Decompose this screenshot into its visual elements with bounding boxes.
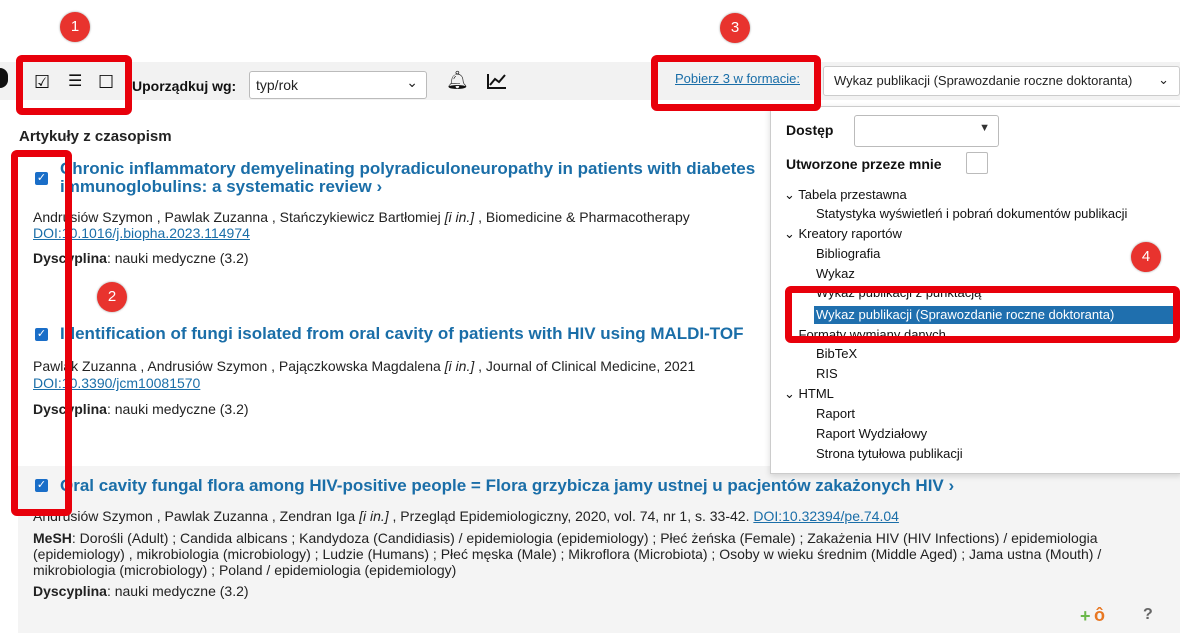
format-select[interactable]: Wykaz publikacji (Sprawozdanie roczne do… — [823, 66, 1180, 96]
caret-down-icon: ▼ — [979, 122, 990, 134]
mesh-terms: MeSH: Dorośli (Adult) ; Candida albicans… — [33, 530, 1153, 578]
access-select[interactable]: ▼ — [854, 115, 999, 147]
article-authors: Andrusiów Szymon , Pawlak Zuzanna , Zend… — [33, 508, 899, 524]
discipline-label: Dyscyplina — [33, 583, 107, 599]
annotation-box-4 — [785, 286, 1180, 343]
article-title[interactable]: Identification of fungi isolated from or… — [60, 325, 744, 343]
sort-value: typ/rok — [256, 77, 299, 93]
access-label: Dostęp — [786, 122, 834, 138]
group-report-creators[interactable]: ⌄ Kreatory raportów — [784, 226, 902, 242]
badge-3: 3 — [720, 13, 750, 43]
created-by-me-checkbox[interactable] — [966, 152, 988, 174]
article-title[interactable]: Oral cavity fungal flora among HIV-posit… — [60, 477, 954, 495]
badge-4: 4 — [1131, 242, 1161, 272]
authors: Andrusiów Szymon , Pawlak Zuzanna , Stań… — [33, 209, 445, 225]
badge-1: 1 — [60, 12, 90, 42]
group-label: HTML — [798, 386, 834, 401]
chevron-down-icon: ⌄ — [1158, 72, 1169, 87]
sort-select[interactable]: typ/rok ⌄ — [249, 71, 427, 99]
source: , Biomedicine & Pharmacotherapy — [474, 209, 690, 225]
article-title[interactable]: Chronic inflammatory demyelinating polyr… — [60, 160, 755, 178]
et-al: [i in.] — [444, 209, 475, 225]
discipline-value: : nauki medyczne (3.2) — [106, 583, 249, 599]
menu-item[interactable]: BibTeX — [816, 346, 857, 361]
menu-item[interactable]: Bibliografia — [816, 246, 880, 261]
sort-label: Uporządkuj wg: — [132, 78, 237, 94]
created-by-me-label: Utworzone przeze mnie — [786, 156, 942, 172]
menu-item[interactable]: Raport Wydziałowy — [816, 426, 927, 441]
format-value: Wykaz publikacji (Sprawozdanie roczne do… — [834, 73, 1133, 88]
annotation-box-3 — [651, 55, 821, 111]
authors: Pawlak Zuzanna , Andrusiów Szymon , Pają… — [33, 358, 445, 374]
discipline: Dyscyplina: nauki medyczne (3.2) — [33, 583, 249, 599]
mesh-text: : Dorośli (Adult) ; Candida albicans ; K… — [33, 530, 1102, 578]
mesh-label: MeSH — [33, 530, 72, 546]
bell-icon[interactable]: 🔔︎ — [446, 70, 469, 90]
group-label: Tabela przestawna — [798, 187, 907, 202]
group-html[interactable]: ⌄ HTML — [784, 386, 834, 402]
section-title: Artykuły z czasopism — [19, 128, 172, 145]
open-access-lock-icon[interactable]: ô — [1094, 605, 1105, 626]
et-al: [i in.] — [359, 508, 389, 524]
badge-2: 2 — [97, 282, 127, 312]
authors: Andrusiów Szymon , Pawlak Zuzanna , Zend… — [33, 508, 360, 524]
annotation-box-2 — [11, 150, 72, 516]
et-al: [i in.] — [444, 358, 475, 374]
menu-item[interactable]: RIS — [816, 366, 838, 381]
menu-item[interactable]: Wykaz — [816, 266, 855, 281]
menu-item[interactable]: Raport — [816, 406, 855, 421]
group-pivot[interactable]: ⌄ Tabela przestawna — [784, 187, 907, 203]
group-label: Kreatory raportów — [798, 226, 902, 241]
discipline-value: : nauki medyczne (3.2) — [106, 401, 249, 417]
doi-link[interactable]: DOI:10.32394/pe.74.04 — [753, 508, 899, 524]
chevron-down-icon: ⌄ — [406, 74, 418, 90]
source: , Przegląd Epidemiologiczny, 2020, vol. … — [388, 508, 754, 524]
open-access-add-icon[interactable]: + — [1080, 606, 1091, 627]
menu-item[interactable]: Strona tytułowa publikacji — [816, 446, 963, 461]
annotation-box-1 — [16, 55, 132, 115]
menu-item[interactable]: Statystyka wyświetleń i pobrań dokumentó… — [816, 206, 1127, 221]
source: , Journal of Clinical Medicine, 2021 — [474, 358, 696, 374]
help-icon[interactable]: ? — [1143, 606, 1153, 624]
chart-icon[interactable] — [486, 72, 508, 90]
article-title-cont[interactable]: immunoglobulins: a systematic review › — [60, 178, 382, 196]
article-authors: Andrusiów Szymon , Pawlak Zuzanna , Stań… — [33, 209, 690, 225]
discipline-value: : nauki medyczne (3.2) — [106, 250, 249, 266]
article-authors: Pawlak Zuzanna , Andrusiów Szymon , Pają… — [33, 358, 695, 374]
